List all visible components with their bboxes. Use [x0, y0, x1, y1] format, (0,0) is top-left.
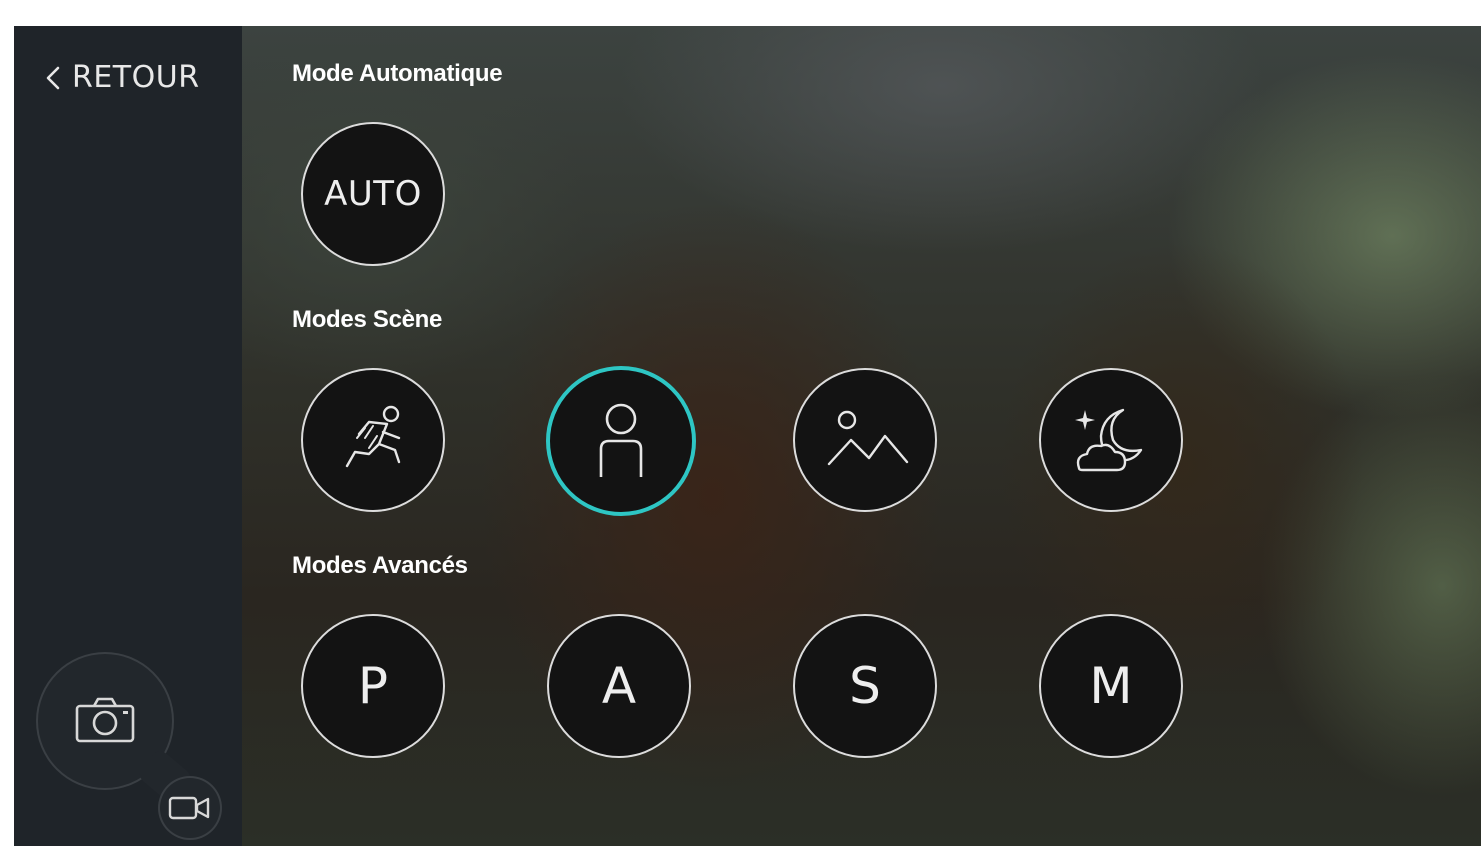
- section-title-auto: Mode Automatique: [292, 60, 503, 87]
- advanced-mode-a-button[interactable]: A: [547, 614, 691, 758]
- camera-icon: [75, 697, 135, 743]
- sport-runner-icon: [345, 405, 401, 468]
- advanced-mode-a-label: A: [601, 657, 637, 715]
- auto-mode-button[interactable]: AUTO: [301, 122, 445, 266]
- scene-night-button[interactable]: [1039, 368, 1183, 512]
- back-label: RETOUR: [72, 60, 200, 95]
- video-mode-button[interactable]: [160, 778, 220, 838]
- camera-app-screen: RETOUR Mode Automatique AUTO Modes Scène: [14, 26, 1481, 846]
- scene-sport-button[interactable]: [301, 368, 445, 512]
- advanced-mode-p-button[interactable]: P: [301, 614, 445, 758]
- portrait-person-icon: [599, 403, 643, 477]
- scene-landscape-button[interactable]: [793, 368, 937, 512]
- scene-portrait-button[interactable]: [546, 366, 696, 516]
- section-title-advanced: Modes Avancés: [292, 552, 468, 579]
- video-camera-icon: [168, 796, 210, 820]
- auto-mode-label: AUTO: [324, 174, 422, 214]
- back-button[interactable]: RETOUR: [44, 60, 200, 95]
- mode-selection-panel: Mode Automatique AUTO Modes Scène Modes …: [242, 26, 1481, 846]
- photo-mode-button[interactable]: [71, 686, 139, 754]
- landscape-mountain-icon: [827, 410, 909, 466]
- advanced-mode-m-label: M: [1089, 657, 1133, 715]
- advanced-mode-p-label: P: [357, 657, 389, 715]
- section-title-scene: Modes Scène: [292, 306, 443, 333]
- chevron-left-icon: [46, 66, 60, 89]
- advanced-mode-s-button[interactable]: S: [793, 614, 937, 758]
- night-moon-cloud-icon: [1075, 408, 1143, 472]
- sidebar: RETOUR: [14, 26, 242, 846]
- advanced-mode-s-label: S: [849, 657, 881, 715]
- advanced-mode-m-button[interactable]: M: [1039, 614, 1183, 758]
